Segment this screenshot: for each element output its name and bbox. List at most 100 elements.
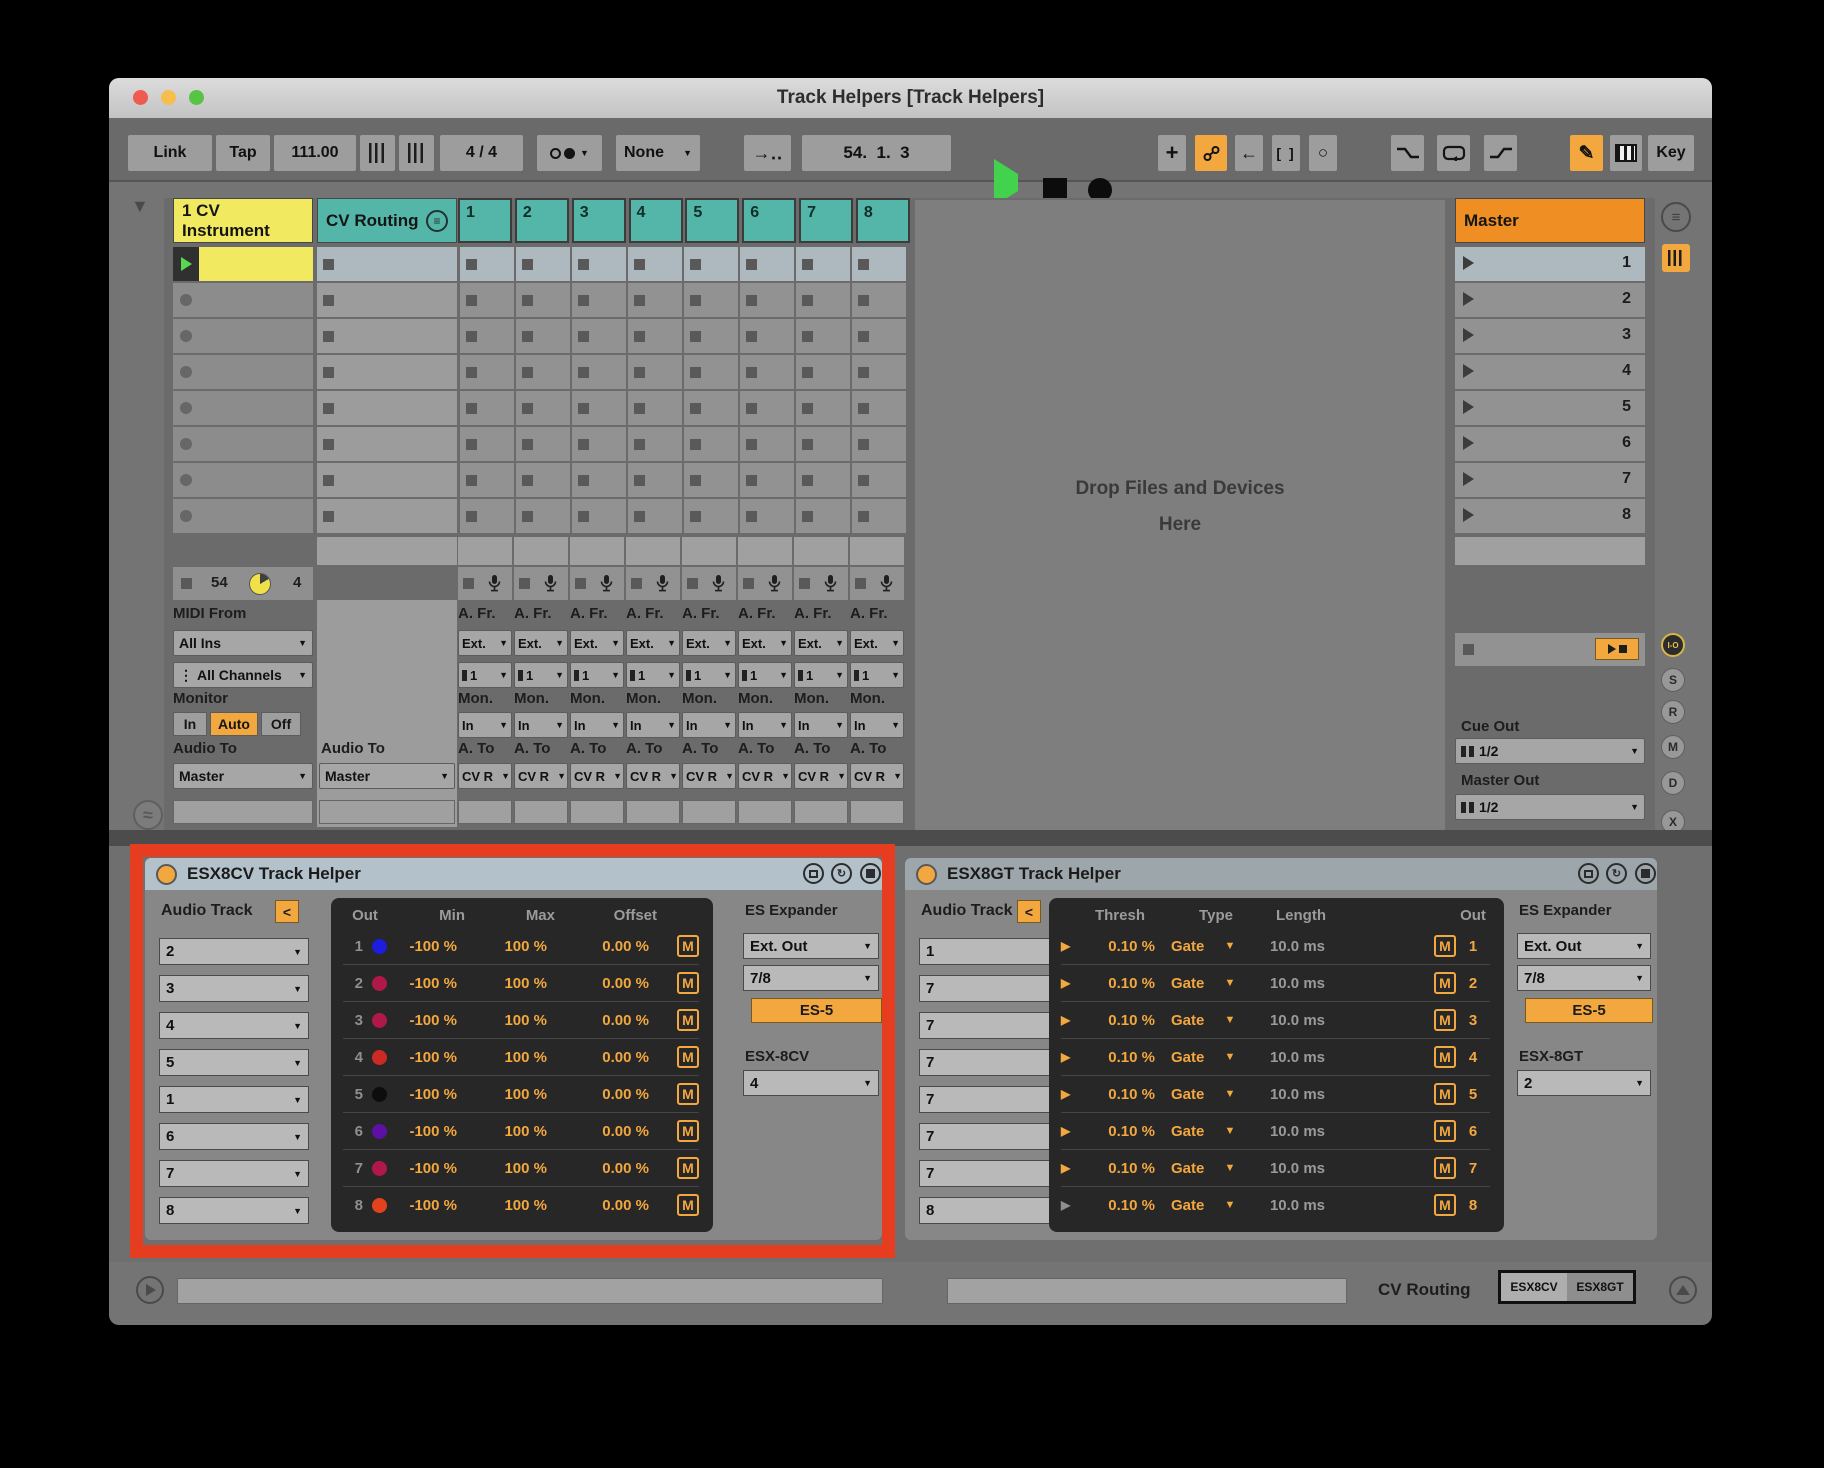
clip-slot-group[interactable] (317, 283, 457, 317)
clip-stop-button[interactable] (323, 259, 334, 270)
track-header-audio[interactable]: 8 (856, 198, 910, 243)
audio-channel-select[interactable]: 1▼ (794, 662, 848, 688)
device-unfold-icon[interactable] (1578, 863, 1599, 884)
clip-slot-audio[interactable] (796, 247, 850, 281)
clip-stop-button[interactable] (522, 439, 533, 450)
clip-stop-button[interactable] (522, 259, 533, 270)
scene-row[interactable]: 2 (1455, 283, 1645, 317)
clip-slot-audio[interactable] (852, 391, 906, 425)
monitor-select[interactable]: In▼ (850, 712, 904, 738)
clip-stop-button[interactable] (634, 295, 645, 306)
arm-mic-icon[interactable] (880, 574, 893, 593)
length-field[interactable]: 10.0 ms (1245, 1049, 1325, 1066)
clip-stop-button[interactable] (858, 367, 869, 378)
loop-button[interactable]: ○ (1309, 135, 1337, 171)
clip-slot-audio[interactable] (460, 247, 514, 281)
clip-slot-audio[interactable] (684, 283, 738, 317)
audio-channel-select[interactable]: 1▼ (850, 662, 904, 688)
clip-stop-button[interactable] (466, 331, 477, 342)
clip-stop-button[interactable] (578, 439, 589, 450)
clip-stop-button[interactable] (323, 403, 334, 414)
monitor-select[interactable]: In▼ (570, 712, 624, 738)
thresh-field[interactable]: 0.10 % (1085, 1012, 1155, 1029)
clip-stop-button[interactable] (634, 403, 645, 414)
row-play-icon[interactable]: ▶ (1061, 939, 1085, 953)
row-play-icon[interactable]: ▶ (1061, 976, 1085, 990)
monitor-off-button[interactable]: Off (261, 712, 301, 736)
chevron-down-icon[interactable]: ▼ (1215, 1014, 1245, 1026)
play-button[interactable] (994, 174, 1018, 192)
expander-output-select[interactable]: Ext. Out▼ (743, 933, 879, 959)
clip-stop-button[interactable] (746, 331, 757, 342)
clip-stop-button[interactable] (858, 295, 869, 306)
clip-stop-button[interactable] (687, 578, 698, 589)
clip-slot-audio[interactable] (852, 355, 906, 389)
length-field[interactable]: 10.0 ms (1245, 938, 1325, 955)
es5-button[interactable]: ES-5 (1525, 998, 1653, 1023)
clip-stop-button[interactable] (746, 403, 757, 414)
audio-track-select[interactable]: 6▼ (159, 1123, 309, 1150)
audio-from-select[interactable]: Ext.▼ (626, 630, 680, 656)
audio-to-select[interactable]: CV R▼ (514, 763, 568, 789)
clip-stop-button[interactable] (578, 331, 589, 342)
mute-button[interactable]: M (1434, 1083, 1456, 1105)
clip-stop-button[interactable] (802, 259, 813, 270)
clip-slot-audio[interactable] (796, 391, 850, 425)
arm-mic-icon[interactable] (488, 574, 501, 593)
audio-to-select[interactable]: CV R▼ (738, 763, 792, 789)
clip-stop-button[interactable] (323, 439, 334, 450)
audio-from-select[interactable]: Ext.▼ (794, 630, 848, 656)
mute-button[interactable]: M (1434, 1157, 1456, 1179)
clip-slot-audio[interactable] (460, 319, 514, 353)
clip-record-icon[interactable] (180, 402, 192, 414)
expander-output-select[interactable]: Ext. Out▼ (1517, 933, 1651, 959)
audio-channel-select[interactable]: 1▼ (626, 662, 680, 688)
group-unfold-icon[interactable]: ≡ (426, 210, 448, 232)
audio-track-select[interactable]: 3▼ (159, 975, 309, 1002)
clip-stop-button[interactable] (634, 511, 645, 522)
chevron-down-icon[interactable]: ▼ (1215, 1051, 1245, 1063)
clip-slot-midi[interactable] (173, 355, 313, 389)
offset-field[interactable]: 0.00 % (547, 975, 649, 992)
fade-in-tool-button[interactable] (1484, 135, 1517, 171)
master-out-select[interactable]: 1/2▼ (1455, 794, 1645, 820)
mixer-view-icon[interactable] (1662, 244, 1690, 272)
row-play-icon[interactable]: ▶ (1061, 1013, 1085, 1027)
clip-slot-audio[interactable] (852, 499, 906, 533)
track-header-audio[interactable]: 1 (458, 198, 512, 243)
monitor-select[interactable]: In▼ (794, 712, 848, 738)
row-play-icon[interactable]: ▶ (1061, 1087, 1085, 1101)
link-button[interactable]: Link (128, 135, 212, 171)
clip-slot-audio[interactable] (628, 247, 682, 281)
module-number-select[interactable]: 2▼ (1517, 1070, 1651, 1096)
scene-row[interactable]: 3 (1455, 319, 1645, 353)
clip-slot-audio[interactable] (460, 463, 514, 497)
clip-stop-button[interactable] (522, 511, 533, 522)
length-field[interactable]: 10.0 ms (1245, 1123, 1325, 1140)
clip-slot-midi[interactable] (173, 391, 313, 425)
clip-stop-button[interactable] (466, 367, 477, 378)
clip-slot-audio[interactable] (740, 427, 794, 461)
clip-stop-button[interactable] (746, 439, 757, 450)
clip-slot-midi[interactable] (173, 247, 313, 281)
clip-stop-button[interactable] (802, 403, 813, 414)
tempo-field[interactable]: 111.00 (274, 135, 356, 171)
chevron-down-icon[interactable]: ▼ (1215, 940, 1245, 952)
thresh-field[interactable]: 0.10 % (1085, 1197, 1155, 1214)
clip-slot-audio[interactable] (460, 355, 514, 389)
audio-track-select[interactable]: 7▼ (919, 1086, 1069, 1113)
clip-slot-audio[interactable] (516, 391, 570, 425)
overdub-button[interactable]: + (1158, 135, 1186, 171)
scene-row[interactable]: 1 (1455, 247, 1645, 281)
min-field[interactable]: -100 % (387, 1123, 457, 1140)
device-activator-led[interactable] (916, 864, 937, 885)
audio-track-select[interactable]: 1▼ (919, 938, 1069, 965)
clip-slot-audio[interactable] (852, 283, 906, 317)
audio-track-select[interactable]: 8▼ (159, 1197, 309, 1224)
monitor-in-button[interactable]: In (173, 712, 207, 736)
save-preset-icon[interactable] (860, 863, 881, 884)
clip-stop-button[interactable] (802, 439, 813, 450)
offset-field[interactable]: 0.00 % (547, 1123, 649, 1140)
clip-slot-audio[interactable] (628, 499, 682, 533)
preview-play-icon[interactable] (136, 1276, 164, 1304)
